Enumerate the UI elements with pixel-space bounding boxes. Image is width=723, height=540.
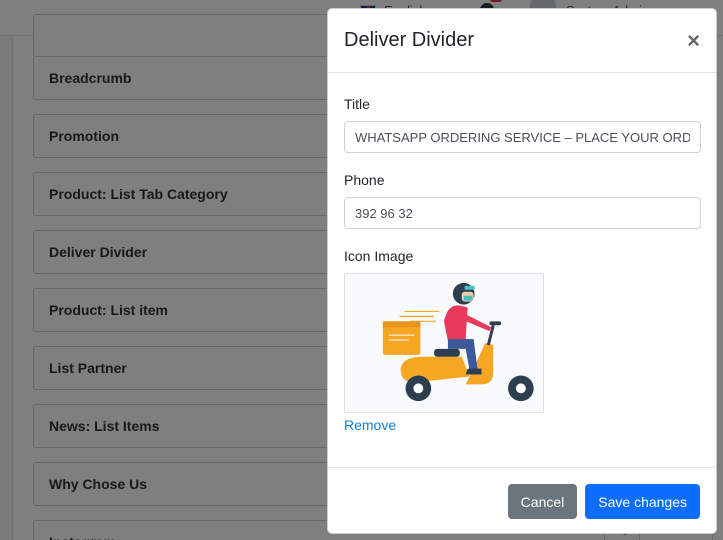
modal-header: Deliver Divider × xyxy=(328,9,716,73)
title-label: Title xyxy=(344,96,370,112)
modal-footer: Cancel Save changes xyxy=(328,467,716,533)
cancel-button[interactable]: Cancel xyxy=(507,484,578,519)
close-icon[interactable]: × xyxy=(687,29,700,52)
save-changes-button[interactable]: Save changes xyxy=(585,484,700,519)
title-input[interactable] xyxy=(344,121,701,153)
deliver-divider-modal: Deliver Divider × Title Phone Icon Image xyxy=(327,8,717,534)
delivery-scooter-image xyxy=(344,273,544,413)
modal-body: Title Phone Icon Image xyxy=(328,73,716,467)
phone-label: Phone xyxy=(344,172,385,188)
remove-image-link[interactable]: Remove xyxy=(344,417,396,433)
modal-title: Deliver Divider xyxy=(344,29,475,51)
icon-image-label: Icon Image xyxy=(344,248,414,264)
phone-input[interactable] xyxy=(344,197,701,229)
